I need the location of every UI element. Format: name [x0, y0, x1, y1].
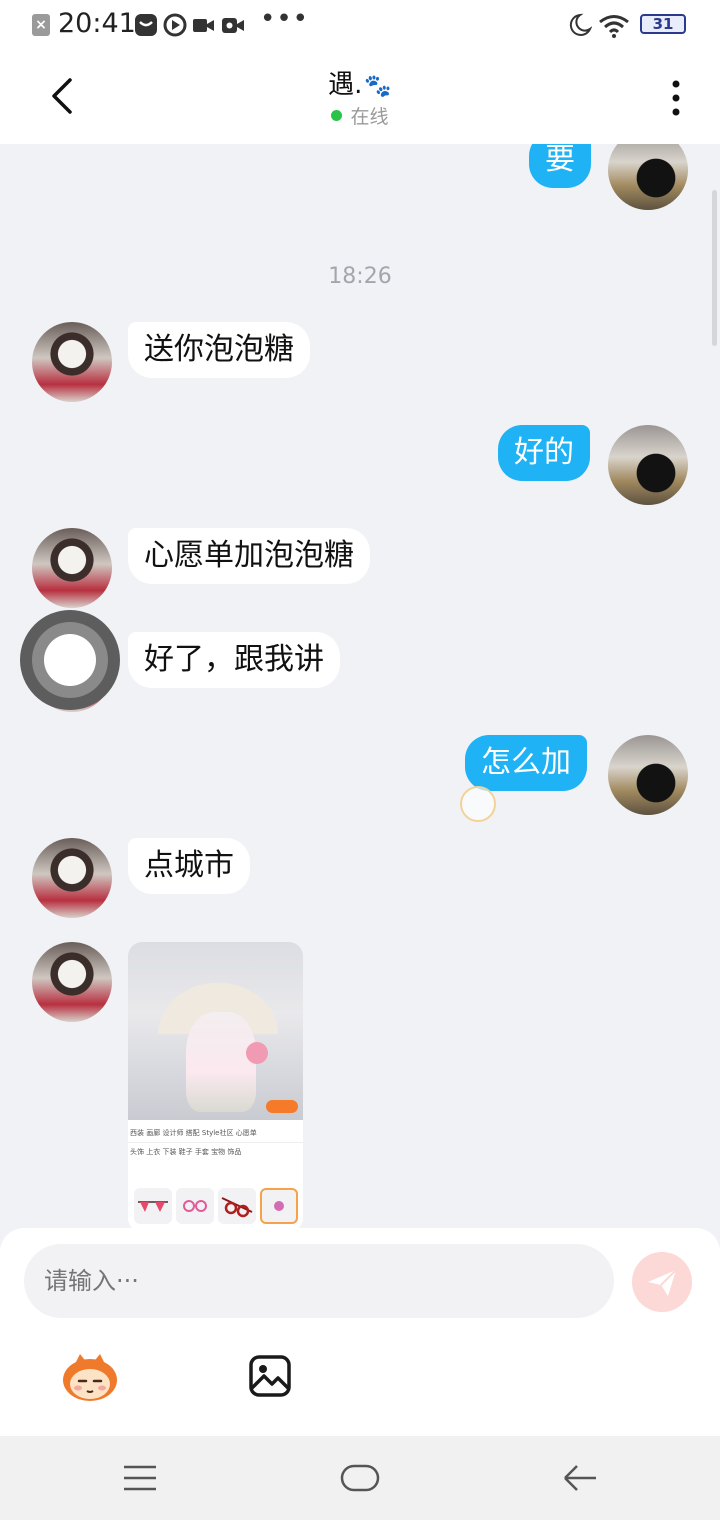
bubblegum-shape — [246, 1042, 268, 1064]
status-bar: × 20:41 ••• 31 — [0, 0, 720, 50]
video-call-icon — [222, 18, 244, 33]
message-icon — [135, 14, 157, 36]
floating-assist-button[interactable] — [20, 610, 120, 710]
item-bubblegum — [260, 1188, 298, 1224]
contact-name-text: 遇. — [328, 70, 363, 100]
send-icon[interactable] — [632, 1252, 692, 1312]
message-bubble-received[interactable]: 好了，跟我讲 — [128, 632, 340, 688]
message-bubble-received[interactable]: 点城市 — [128, 838, 250, 894]
moon-icon — [569, 13, 592, 36]
input-panel — [0, 1228, 720, 1436]
chat-header: 遇.🐾 在线 — [0, 50, 720, 144]
my-avatar[interactable] — [608, 144, 688, 210]
chat-area[interactable]: 要 18:26 送你泡泡糖 好的 心愿单加泡泡糖 好了，跟我讲 怎么加 点城市 … — [0, 144, 720, 1228]
play-icon — [163, 13, 187, 37]
item-glasses-2 — [176, 1188, 214, 1224]
system-nav-bar — [0, 1436, 720, 1520]
image-preview-scene — [128, 942, 303, 1120]
image-save-chip — [266, 1100, 298, 1113]
item-glasses-1 — [134, 1188, 172, 1224]
touch-indicator — [460, 786, 496, 822]
character-figure — [186, 1012, 256, 1112]
notification-icon: × — [32, 14, 50, 36]
online-status: 在线 — [0, 102, 720, 129]
more-icon[interactable] — [666, 78, 686, 118]
item-glasses-3 — [218, 1188, 256, 1224]
status-time: 20:41 — [58, 8, 136, 39]
message-bubble-sent[interactable]: 怎么加 — [465, 735, 587, 791]
my-avatar[interactable] — [608, 735, 688, 815]
my-avatar[interactable] — [608, 425, 688, 505]
online-status-text: 在线 — [350, 106, 389, 128]
message-bubble-sent[interactable]: 要 — [529, 144, 591, 188]
nav-menu-icon[interactable] — [122, 1464, 158, 1492]
nav-back-icon[interactable] — [562, 1460, 598, 1496]
mascot-icon[interactable] — [60, 1350, 120, 1404]
message-bubble-received[interactable]: 送你泡泡糖 — [128, 322, 310, 378]
contact-avatar[interactable] — [32, 838, 112, 918]
contact-avatar[interactable] — [32, 528, 112, 608]
message-input[interactable] — [24, 1244, 614, 1318]
wifi-icon — [599, 15, 629, 38]
contact-avatar[interactable] — [32, 322, 112, 402]
paw-emoji: 🐾 — [364, 74, 392, 99]
image-tab-strip: 西装 画廊 设计师 搭配 Style社区 心愿单 头饰 上衣 下装 鞋子 手套 … — [128, 1124, 303, 1161]
image-message[interactable]: 西装 画廊 设计师 搭配 Style社区 心愿单 头饰 上衣 下装 鞋子 手套 … — [128, 942, 303, 1228]
image-icon[interactable] — [248, 1354, 292, 1398]
nav-home-icon[interactable] — [340, 1464, 380, 1492]
online-dot — [331, 110, 343, 121]
image-subtabs-text: 头饰 上衣 下装 鞋子 手套 宝物 饰品 — [128, 1142, 303, 1161]
contact-name: 遇.🐾 — [0, 64, 720, 101]
message-timestamp: 18:26 — [328, 264, 392, 289]
image-tabs-text: 西装 画廊 设计师 搭配 Style社区 心愿单 — [130, 1129, 257, 1137]
message-bubble-sent[interactable]: 好的 — [498, 425, 590, 481]
contact-avatar[interactable] — [32, 942, 112, 1022]
video-icon — [193, 19, 214, 32]
more-notifications: ••• — [260, 4, 310, 34]
message-bubble-received[interactable]: 心愿单加泡泡糖 — [128, 528, 370, 584]
battery-icon: 31 — [640, 14, 686, 34]
floating-ball-center — [44, 634, 96, 686]
